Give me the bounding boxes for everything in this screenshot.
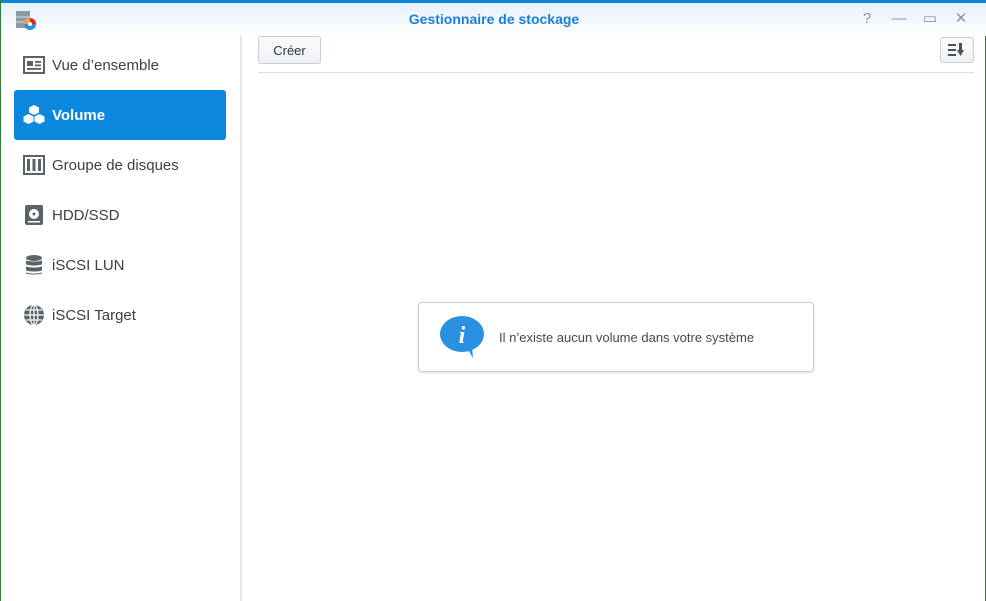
sidebar-item-iscsi-target[interactable]: iSCSI Target xyxy=(14,290,226,340)
minimize-button[interactable]: — xyxy=(890,10,908,28)
sidebar-item-volume[interactable]: Volume xyxy=(14,90,226,140)
help-button[interactable]: ? xyxy=(858,10,876,28)
database-icon xyxy=(26,255,42,275)
sidebar-item-iscsi-lun[interactable]: iSCSI LUN xyxy=(14,240,226,290)
create-button[interactable]: Créer xyxy=(258,36,321,64)
sidebar-item-overview[interactable]: Vue d’ensemble xyxy=(14,40,226,90)
sidebar-item-hdd-ssd[interactable]: HDD/SSD xyxy=(14,190,226,240)
svg-text:i: i xyxy=(459,323,466,349)
sidebar-item-label: iSCSI Target xyxy=(52,306,136,324)
hdd-icon xyxy=(25,205,43,225)
sort-icon xyxy=(948,43,964,56)
globe-icon xyxy=(24,304,44,326)
title-bar: Gestionnaire de stockage ? — ▭ ✕ xyxy=(1,3,986,36)
sidebar-item-label: HDD/SSD xyxy=(52,206,120,224)
empty-state-message: i Il n’existe aucun volume dans votre sy… xyxy=(418,302,814,372)
sidebar-divider xyxy=(240,36,242,601)
sidebar-item-disk-group[interactable]: Groupe de disques xyxy=(14,140,226,190)
sidebar: Vue d’ensemble Volume Groupe de disques … xyxy=(1,36,241,601)
window-title: Gestionnaire de stockage xyxy=(408,11,580,27)
sidebar-item-label: Vue d’ensemble xyxy=(52,56,160,74)
empty-message-text: Il n’existe aucun volume dans votre syst… xyxy=(499,329,755,345)
cubes-icon xyxy=(23,105,45,124)
overview-icon xyxy=(23,56,45,74)
close-button[interactable]: ✕ xyxy=(952,10,970,28)
toolbar-divider xyxy=(258,72,974,73)
disk-group-icon xyxy=(23,155,45,175)
sidebar-item-label: Volume xyxy=(52,106,106,124)
sort-button[interactable] xyxy=(940,37,974,63)
sidebar-item-label: Groupe de disques xyxy=(52,156,179,174)
maximize-button[interactable]: ▭ xyxy=(921,10,939,28)
info-icon: i xyxy=(440,316,484,358)
sidebar-item-label: iSCSI LUN xyxy=(52,256,125,274)
